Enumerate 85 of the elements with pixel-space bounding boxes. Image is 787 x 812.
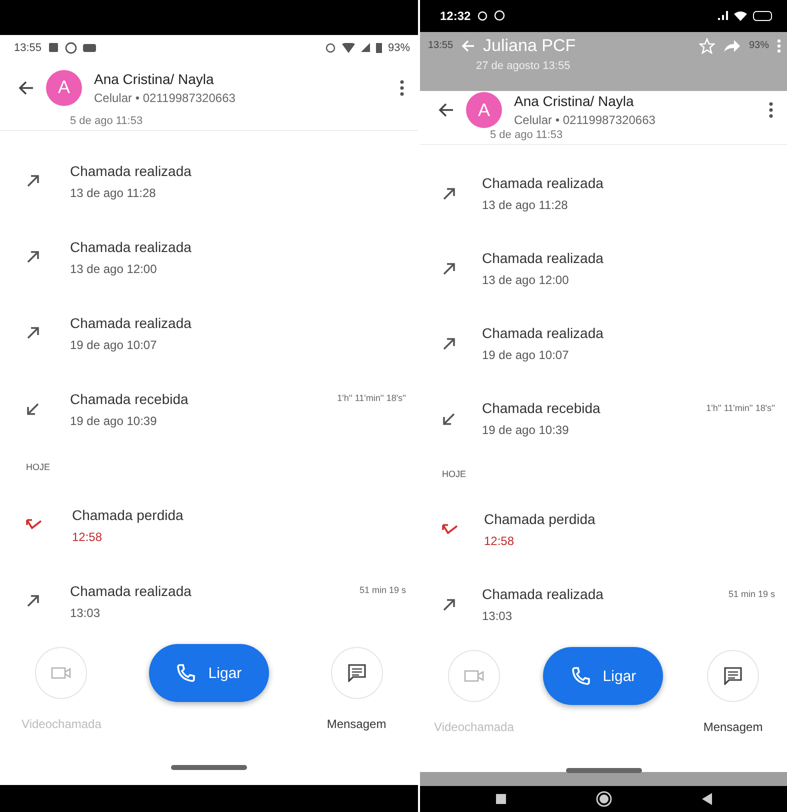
call-button[interactable]: Ligar: [543, 647, 664, 706]
call-time: 19 de ago 10:07: [70, 338, 158, 352]
call-duration: 51 min 19 s: [728, 589, 775, 600]
call-type: Chamada realizada: [482, 175, 604, 192]
call-time: 12:58: [484, 534, 516, 548]
call-button[interactable]: Ligar: [148, 644, 269, 702]
contact-name: Ana Cristina/ Nayla: [94, 70, 215, 86]
phone-icon: [176, 663, 196, 683]
incoming-call-icon: [442, 412, 456, 426]
call-time: 19 de ago 10:07: [482, 348, 570, 362]
message-label: Mensagem: [703, 720, 763, 734]
message-icon: [346, 664, 367, 682]
incoming-call-icon: [26, 402, 40, 416]
more-options-icon[interactable]: [400, 80, 404, 96]
call-time: 13:03: [70, 606, 102, 620]
outgoing-call-icon: [26, 326, 40, 340]
outgoing-call-icon: [442, 598, 456, 612]
outgoing-call-icon: [442, 186, 456, 201]
message-label: Mensagem: [326, 717, 386, 731]
contact-avatar: A: [46, 70, 82, 106]
call-type: Chamada realizada: [70, 162, 192, 178]
phone-status-time: 12:32: [440, 8, 471, 23]
battery-percent: 93%: [388, 42, 410, 54]
status-time: 13:55: [14, 42, 42, 54]
call-type: Chamada realizada: [482, 325, 604, 342]
contact-avatar: A: [466, 92, 502, 128]
outgoing-call-icon: [26, 250, 40, 264]
home-handle[interactable]: [566, 768, 642, 773]
battery-percent: 93%: [748, 40, 769, 52]
wifi-icon: [342, 42, 355, 52]
home-handle[interactable]: [171, 765, 247, 770]
call-time: 19 de ago 10:39: [482, 423, 570, 438]
outgoing-call-icon: [442, 336, 456, 351]
outgoing-call-icon: [26, 174, 40, 188]
back-arrow-icon[interactable]: [438, 103, 454, 118]
battery-icon: [376, 42, 382, 53]
message-date: 27 de agosto 13:55: [475, 60, 572, 72]
more-options-icon[interactable]: [769, 102, 773, 118]
call-duration: 51 min 19 s: [359, 585, 406, 595]
call-time: 13 de ago 11:28: [70, 186, 157, 200]
section-label: HOJE: [442, 469, 466, 480]
video-call-label: Videochamada: [434, 720, 514, 734]
call-time: 12:58: [72, 530, 104, 544]
call-type: Chamada realizada: [70, 238, 192, 254]
call-type: Chamada realizada: [70, 314, 192, 330]
call-type: Chamada realizada: [70, 582, 192, 598]
call-time: 19 de ago 10:39: [70, 414, 158, 428]
call-time: 13 de ago 12:00: [482, 273, 570, 288]
status-time: 13:55: [428, 40, 454, 52]
back-icon[interactable]: [702, 793, 712, 806]
video-call-label: Videochamada: [22, 717, 102, 731]
call-type: Chamada recebida: [482, 400, 602, 416]
call-duration: 1'h'' 11'min'' 18's'': [706, 403, 775, 414]
call-time: 13 de ago 12:00: [70, 262, 158, 276]
phone-icon: [570, 666, 591, 686]
call-type: Chamada perdida: [484, 511, 596, 528]
missed-call-icon: [442, 524, 458, 536]
signal-icon: [360, 43, 370, 52]
signal-icon: [718, 11, 728, 20]
message-icon: [723, 667, 744, 686]
section-label: HOJE: [26, 462, 50, 472]
call-duration: 1'h'' 11'min'' 18's'': [337, 393, 406, 403]
star-icon[interactable]: [698, 38, 715, 54]
outgoing-call-icon: [442, 262, 456, 276]
call-time: 13:03: [482, 609, 514, 624]
wifi-icon: [734, 10, 747, 21]
call-date: 5 de ago 11:53: [420, 129, 787, 145]
call-type: Chamada realizada: [482, 250, 604, 266]
call-type: Chamada realizada: [482, 586, 604, 602]
video-camera-icon: [464, 669, 484, 684]
call-type: Chamada recebida: [70, 390, 190, 406]
sender-name: Juliana PCF: [483, 36, 576, 56]
call-time: 13 de ago 11:28: [482, 198, 569, 212]
contact-number: Celular • 02119987320663: [94, 90, 236, 104]
home-icon[interactable]: [596, 791, 612, 808]
contact-name: Ana Cristina/ Nayla: [514, 93, 635, 110]
back-arrow-icon[interactable]: [18, 80, 34, 94]
missed-call-icon: [26, 519, 42, 531]
call-date: 5 de ago 11:53: [0, 115, 418, 131]
battery-icon: [753, 10, 773, 21]
contact-number: Celular • 02119987320663: [514, 113, 656, 128]
video-camera-icon: [51, 666, 72, 680]
outgoing-call-icon: [26, 594, 40, 608]
recents-icon[interactable]: [496, 794, 506, 804]
call-type: Chamada perdida: [72, 506, 184, 522]
